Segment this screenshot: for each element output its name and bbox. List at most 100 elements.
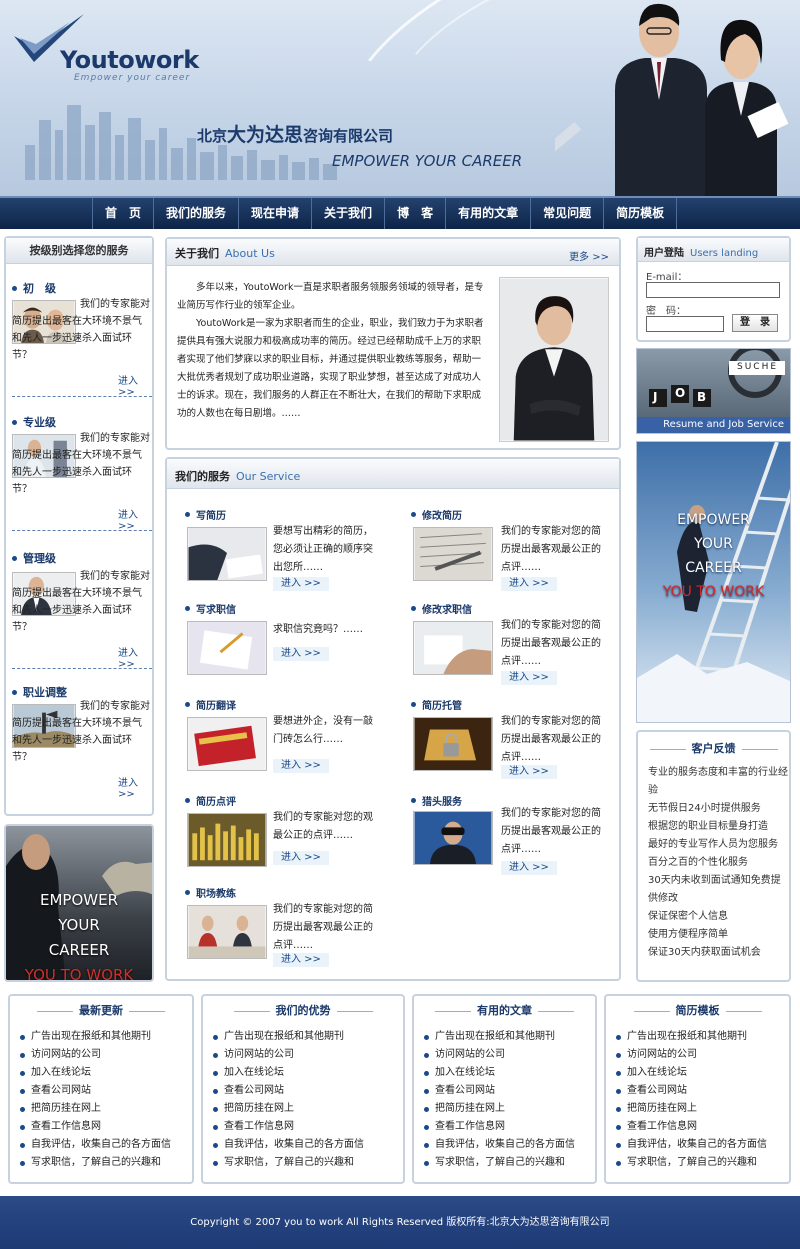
career-promo-banner[interactable]: EMPOWER YOUR CAREER YOU TO WORK [4,824,154,982]
column-link[interactable]: 加入在线论坛 [213,1064,364,1082]
column-link[interactable]: 查看公司网站 [213,1082,364,1100]
service-item-title[interactable]: 写求职信 [185,601,236,616]
column-link[interactable]: 广告出现在报纸和其他期刊 [213,1028,364,1046]
service-item-title[interactable]: 写简历 [185,507,226,522]
service-enter-link[interactable]: 进入 >> [273,647,329,661]
column-link[interactable]: 查看工作信息网 [213,1118,364,1136]
bullet-icon [424,1052,429,1058]
level-description: 我们的专家能对简历提出最客在大环境不景气和先人一步迅速杀入面试环节？ [12,433,150,495]
column-link[interactable]: 广告出现在报纸和其他期刊 [616,1028,767,1046]
service-enter-link[interactable]: 进入 >> [501,861,557,875]
logo-text[interactable]: Youtowork [60,46,199,74]
column-link[interactable]: 加入在线论坛 [20,1064,171,1082]
column-link[interactable]: 写求职信，了解自己的兴趣和 [213,1154,364,1172]
bullet-icon [20,1106,25,1112]
service-level-panel: 按级别选择您的服务 初 级 我们的专家能对简历提出最客在大环境不景气和先人一步迅… [4,236,154,816]
column-title: 有用的文章 [414,1002,595,1018]
bullet-icon [185,512,190,517]
level-title[interactable]: 初 级 [23,280,56,296]
column-link[interactable]: 访问网站的公司 [213,1046,364,1064]
column-link[interactable]: 加入在线论坛 [616,1064,767,1082]
password-input[interactable] [646,316,724,332]
service-description: 我们的专家能对您的观最公正的点评…… [273,812,373,841]
ladder-promo-banner[interactable]: EMPOWER YOUR CAREER YOU TO WORK [636,441,791,723]
banner-slogan: EMPOWER YOUR CAREER [332,152,523,170]
service-enter-link[interactable]: 进入 >> [273,953,329,967]
nav-about[interactable]: 关于我们 [311,198,384,229]
column-link[interactable]: 把简历挂在网上 [20,1100,171,1118]
column-link[interactable]: 查看工作信息网 [20,1118,171,1136]
column-link[interactable]: 把简历挂在网上 [213,1100,364,1118]
level-enter-link[interactable]: 进入>> [118,506,152,532]
service-enter-link[interactable]: 进入 >> [501,671,557,685]
level-enter-link[interactable]: 进入>> [118,644,152,670]
column-link[interactable]: 广告出现在报纸和其他期刊 [424,1028,575,1046]
bullet-icon [616,1034,621,1040]
service-item-title[interactable]: 修改简历 [411,507,462,522]
service-item-title[interactable]: 猎头服务 [411,793,462,808]
nav-faq[interactable]: 常见问题 [530,198,603,229]
column-link[interactable]: 访问网站的公司 [20,1046,171,1064]
job-tile-j: J [653,390,658,404]
column-link[interactable]: 查看工作信息网 [424,1118,575,1136]
column-link[interactable]: 自我评估，收集自己的各方面信 [20,1136,171,1154]
service-item-title[interactable]: 修改求职信 [411,601,472,616]
bullet-icon [616,1052,621,1058]
column-link[interactable]: 查看公司网站 [20,1082,171,1100]
bullet-icon [20,1088,25,1094]
bullet-icon [20,1034,25,1040]
service-thumbnail [187,621,267,675]
resume-job-service-banner[interactable]: SUCHE J O B Resume and Job Service [636,348,791,434]
bullet-icon [213,1070,218,1076]
email-input[interactable] [646,282,780,298]
column-link[interactable]: 写求职信，了解自己的兴趣和 [424,1154,575,1172]
level-enter-link[interactable]: 进入>> [118,774,152,800]
bullet-icon [424,1088,429,1094]
bullet-icon [616,1124,621,1130]
login-button[interactable]: 登 录 [732,314,778,332]
service-item-title[interactable]: 职场教练 [185,885,236,900]
column-link[interactable]: 查看工作信息网 [616,1118,767,1136]
service-item-title[interactable]: 简历托管 [411,697,462,712]
column-link[interactable]: 写求职信，了解自己的兴趣和 [616,1154,767,1172]
bullet-icon [411,606,416,611]
column-link[interactable]: 自我评估，收集自己的各方面信 [424,1136,575,1154]
bullet-icon [616,1142,621,1148]
service-enter-link[interactable]: 进入 >> [501,765,557,779]
service-enter-link[interactable]: 进入 >> [273,759,329,773]
level-title[interactable]: 专业级 [23,414,56,430]
service-item-title[interactable]: 简历翻译 [185,697,236,712]
nav-articles[interactable]: 有用的文章 [445,198,530,229]
bullet-icon [185,606,190,611]
service-thumbnail [187,527,267,581]
column-link[interactable]: 查看公司网站 [616,1082,767,1100]
service-enter-link[interactable]: 进入 >> [501,577,557,591]
bullet-icon [616,1160,621,1166]
promo-line-2: YOUR [694,536,733,552]
column-link[interactable]: 自我评估，收集自己的各方面信 [213,1136,364,1154]
column-link[interactable]: 把简历挂在网上 [424,1100,575,1118]
column-link[interactable]: 查看公司网站 [424,1082,575,1100]
bullet-icon [12,555,17,561]
column-link[interactable]: 把简历挂在网上 [616,1100,767,1118]
bullet-icon [185,890,190,895]
column-link[interactable]: 写求职信，了解自己的兴趣和 [20,1154,171,1172]
service-item-title[interactable]: 简历点评 [185,793,236,808]
column-link[interactable]: 访问网站的公司 [424,1046,575,1064]
nav-blog[interactable]: 博 客 [384,198,445,229]
level-title[interactable]: 管理级 [23,550,56,566]
column-link[interactable]: 访问网站的公司 [616,1046,767,1064]
about-more-link[interactable]: 更多 >> [569,248,609,263]
column-link[interactable]: 自我评估，收集自己的各方面信 [616,1136,767,1154]
service-thumbnail [413,527,493,581]
column-link[interactable]: 加入在线论坛 [424,1064,575,1082]
service-enter-link[interactable]: 进入 >> [273,577,329,591]
service-enter-link[interactable]: 进入 >> [273,851,329,865]
nav-templates[interactable]: 简历模板 [603,198,678,229]
divider [12,396,152,397]
nav-home[interactable]: 首 页 [92,198,153,229]
column-link[interactable]: 广告出现在报纸和其他期刊 [20,1028,171,1046]
nav-apply[interactable]: 现在申请 [238,198,311,229]
nav-services[interactable]: 我们的服务 [153,198,238,229]
level-enter-link[interactable]: 进入>> [118,372,152,398]
